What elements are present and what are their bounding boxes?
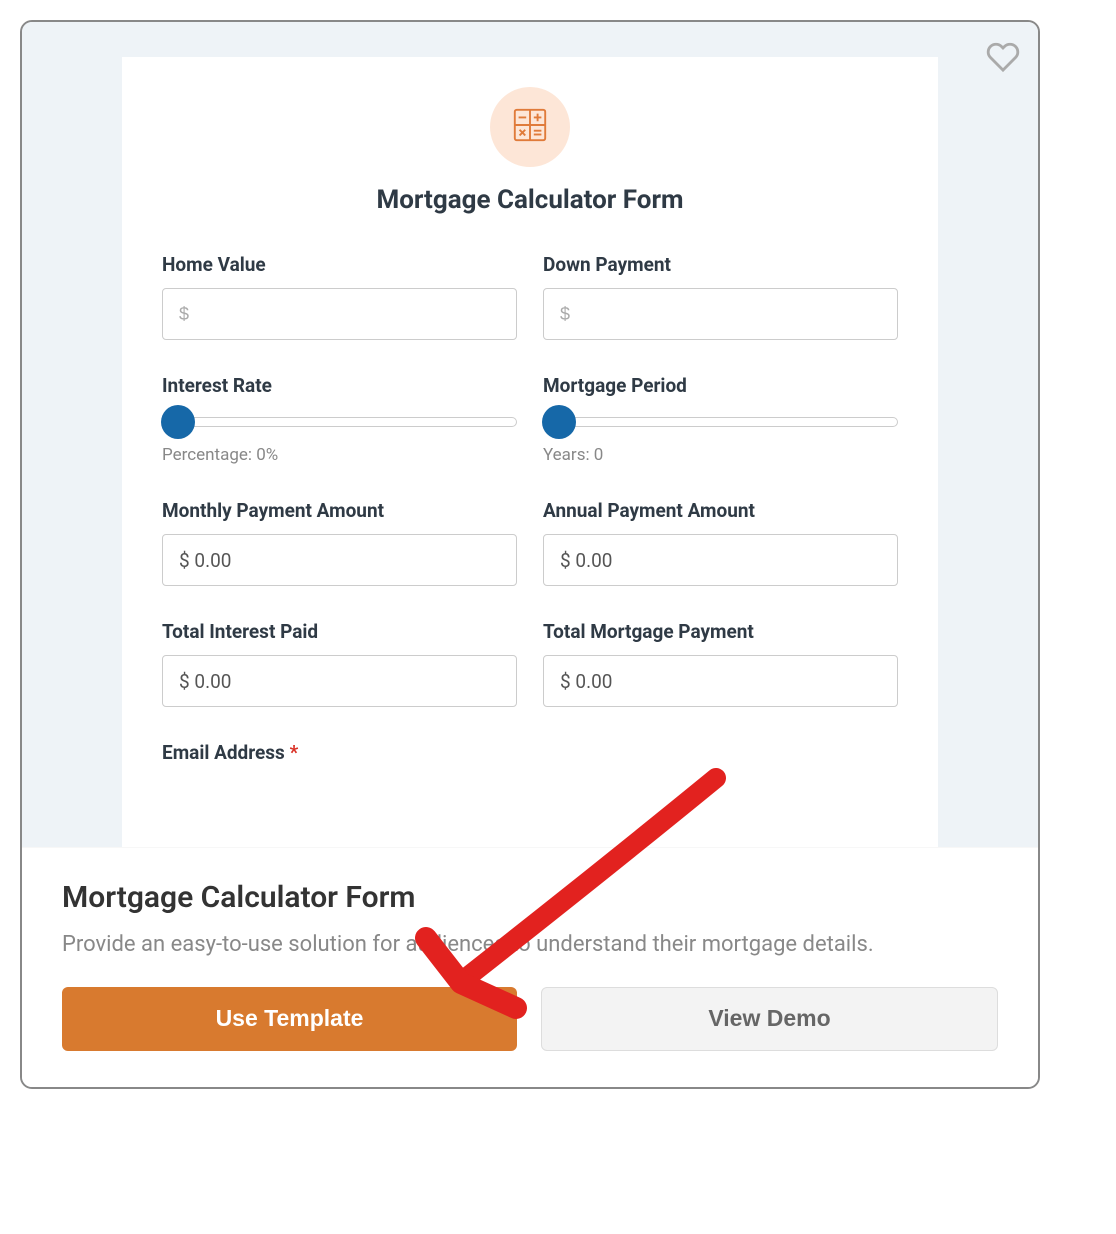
total-mortgage-value: $ 0.00 [543, 655, 898, 707]
field-annual-payment: Annual Payment Amount $ 0.00 [543, 499, 898, 586]
field-email: Email Address * [162, 741, 517, 776]
template-card: Mortgage Calculator Form Home Value Down… [20, 20, 1040, 1089]
annual-payment-value: $ 0.00 [543, 534, 898, 586]
email-label-text: Email Address [162, 741, 285, 764]
required-indicator: * [290, 741, 299, 764]
calculator-icon [511, 106, 549, 148]
interest-rate-slider-thumb[interactable] [161, 405, 195, 439]
mortgage-period-slider[interactable] [543, 417, 898, 427]
field-total-mortgage: Total Mortgage Payment $ 0.00 [543, 620, 898, 707]
total-interest-label: Total Interest Paid [162, 620, 517, 643]
mortgage-period-label: Mortgage Period [543, 374, 898, 397]
home-value-input[interactable] [162, 288, 517, 340]
interest-rate-slider[interactable] [162, 417, 517, 427]
monthly-payment-value: $ 0.00 [162, 534, 517, 586]
template-description: Provide an easy-to-use solution for audi… [62, 929, 998, 961]
view-demo-button[interactable]: View Demo [541, 987, 998, 1051]
favorite-button[interactable] [986, 40, 1020, 74]
button-row: Use Template View Demo [62, 987, 998, 1051]
interest-rate-label: Interest Rate [162, 374, 517, 397]
interest-rate-caption: Percentage: 0% [162, 445, 517, 465]
monthly-payment-label: Monthly Payment Amount [162, 499, 517, 522]
total-interest-value: $ 0.00 [162, 655, 517, 707]
down-payment-input[interactable] [543, 288, 898, 340]
mortgage-period-slider-thumb[interactable] [542, 405, 576, 439]
form-icon-circle [490, 87, 570, 167]
annual-payment-label: Annual Payment Amount [543, 499, 898, 522]
template-title: Mortgage Calculator Form [62, 880, 998, 915]
field-total-interest: Total Interest Paid $ 0.00 [162, 620, 517, 707]
form-grid: Home Value Down Payment Interest Rate Pe… [162, 253, 898, 776]
total-mortgage-label: Total Mortgage Payment [543, 620, 898, 643]
field-down-payment: Down Payment [543, 253, 898, 340]
field-monthly-payment: Monthly Payment Amount $ 0.00 [162, 499, 517, 586]
form-title: Mortgage Calculator Form [162, 185, 898, 215]
mortgage-period-caption: Years: 0 [543, 445, 898, 465]
field-home-value: Home Value [162, 253, 517, 340]
email-label: Email Address * [162, 741, 517, 764]
home-value-label: Home Value [162, 253, 517, 276]
bottom-panel: Mortgage Calculator Form Provide an easy… [22, 847, 1038, 1087]
field-interest-rate: Interest Rate Percentage: 0% [162, 374, 517, 465]
down-payment-label: Down Payment [543, 253, 898, 276]
preview-area: Mortgage Calculator Form Home Value Down… [22, 22, 1038, 847]
use-template-button[interactable]: Use Template [62, 987, 517, 1051]
field-mortgage-period: Mortgage Period Years: 0 [543, 374, 898, 465]
form-preview: Mortgage Calculator Form Home Value Down… [122, 57, 938, 847]
